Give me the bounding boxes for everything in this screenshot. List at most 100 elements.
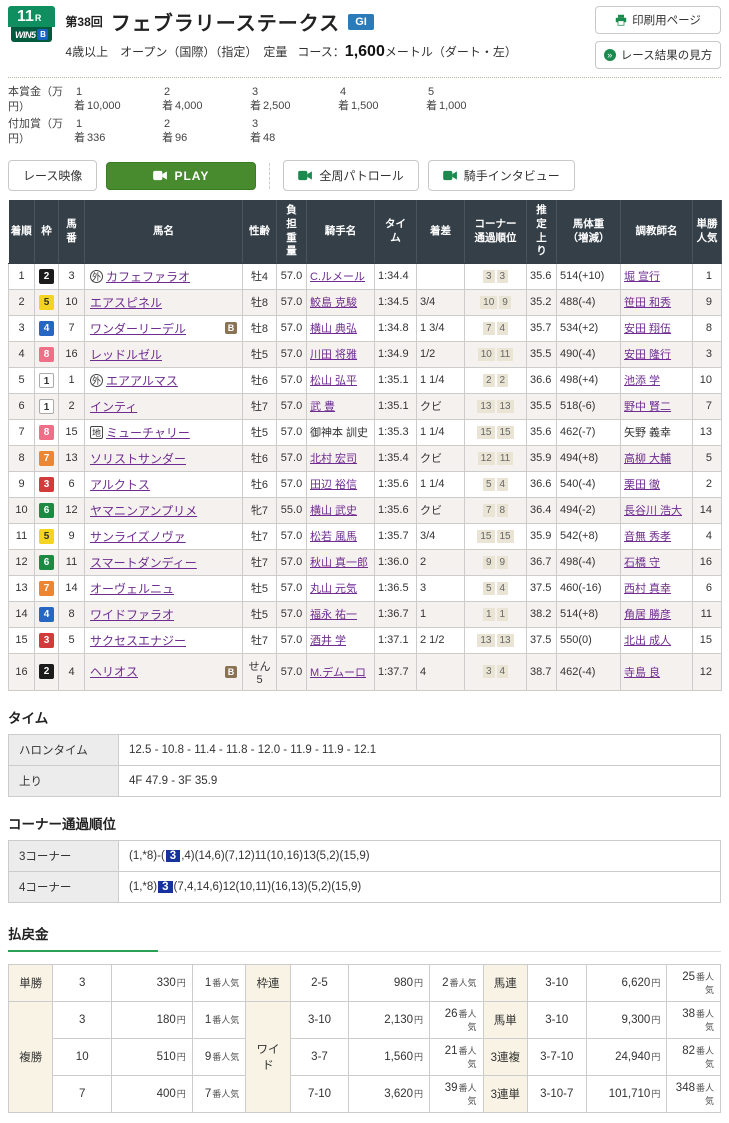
horse-link[interactable]: ミューチャリー [106,424,190,441]
jockey-cell: 丸山 元気 [307,575,375,601]
horse-name-wrap: サンライズノヴァ [90,528,237,545]
margin-cell: クビ [417,445,465,471]
frame-cell: 7 [35,445,59,471]
jockey-cell: 横山 典弘 [307,315,375,341]
horse-name-wrap: ヤマニンアンプリメ [90,502,237,519]
column-header: 推 定 上 り [527,200,557,263]
yen-unit: 円 [651,1089,660,1099]
horse-link[interactable]: エアアルマス [106,372,178,389]
horse-link[interactable]: エアスピネル [90,294,162,311]
horse-name-wrap: スマートダンディー [90,554,237,571]
jockey-link[interactable]: 酒井 学 [310,635,346,647]
jockey-link[interactable]: 川田 将雅 [310,349,357,361]
popularity-cell: 12 [693,653,722,690]
impost-cell: 55.0 [277,497,307,523]
trainer-link[interactable]: 石橋 守 [624,557,660,569]
horse-link[interactable]: ワンダーリーデル [90,320,186,337]
prize-rank-suffix: 着 [426,100,437,112]
trainer-link[interactable]: 長谷川 浩大 [624,505,682,517]
horse-link[interactable]: カフェファラオ [106,268,190,285]
trainer-cell: 音無 秀孝 [621,523,693,549]
horse-link[interactable]: サクセスエナジー [90,632,186,649]
play-button[interactable]: PLAY [106,162,256,190]
column-header: 枠 [35,200,59,263]
corner-position-box: 2 [497,374,509,387]
jockey-link[interactable]: M.デムーロ [310,667,366,679]
jockey-link[interactable]: 北村 宏司 [310,453,357,465]
prize-amount: 96 [175,132,187,144]
jockey-interview-button[interactable]: 騎手インタビュー [428,160,575,191]
yen-unit: 円 [177,1015,186,1025]
sex-age-cell: 牝7 [243,497,277,523]
jockey-link[interactable]: 秋山 真一郎 [310,557,368,569]
jockey-link[interactable]: 武 豊 [310,401,335,413]
trainer-link[interactable]: 北出 成人 [624,635,671,647]
trainer-link[interactable]: 安田 隆行 [624,349,671,361]
last3f-cell: 35.2 [527,289,557,315]
jockey-cell: 鮫島 克駿 [307,289,375,315]
trainer-link[interactable]: 寺島 良 [624,667,660,679]
popularity-unit: 番人気 [696,972,714,995]
horse-link[interactable]: サンライズノヴァ [90,528,186,545]
jockey-link[interactable]: 横山 典弘 [310,323,357,335]
popularity-cell: 10 [693,367,722,393]
horse-name-wrap: ヘリオスB [90,663,237,680]
horse-name-cell: エアスピネル [85,289,243,315]
horse-link[interactable]: アルクトス [90,476,150,493]
horse-link[interactable]: スマートダンディー [90,554,197,571]
horse-link[interactable]: ヘリオス [90,663,138,680]
trainer-link[interactable]: 笹田 和秀 [624,297,671,309]
horse-name-wrap: アルクトス [90,476,237,493]
bet-type-label: 馬単 [483,1001,527,1038]
corner-order-cell: 11 [465,601,527,627]
race-video-button[interactable]: レース映像 [8,160,97,191]
trainer-link[interactable]: 栗田 徹 [624,479,660,491]
trainer-link[interactable]: 角居 勝彦 [624,609,671,621]
last3f-cell: 36.4 [527,497,557,523]
trainer-link[interactable]: 堀 宣行 [624,271,660,283]
horse-name-wrap: ソリストサンダー [90,450,237,467]
jockey-link[interactable]: 丸山 元気 [310,583,357,595]
print-page-button[interactable]: 印刷用ページ [595,6,721,34]
popularity-rank-cell: 9番人気 [192,1038,246,1075]
trainer-cell: 北出 成人 [621,627,693,653]
prize-item: 3着48 [250,117,338,147]
combination-cell: 3 [53,1001,112,1038]
sex-age-cell: 牡7 [243,393,277,419]
jockey-link[interactable]: 松山 弘平 [310,375,357,387]
jockey-link[interactable]: 鮫島 克駿 [310,297,357,309]
trainer-link[interactable]: 池添 学 [624,375,660,387]
camera-icon [298,170,313,181]
trainer-link[interactable]: 高柳 大輔 [624,453,671,465]
horse-link[interactable]: オーヴェルニュ [90,580,174,597]
horse-link[interactable]: レッドルゼル [90,346,162,363]
column-header: 着順 [9,200,35,263]
jockey-link[interactable]: 田辺 裕信 [310,479,357,491]
prize-value: 着2,500 [250,99,338,113]
jockey-cell: M.デムーロ [307,653,375,690]
jockey-cell: 御神本 訓史 [307,419,375,445]
jockey-link[interactable]: 松若 風馬 [310,531,357,543]
horse-link[interactable]: ソリストサンダー [90,450,186,467]
corner-position-box: 13 [497,400,514,413]
trainer-link[interactable]: 音無 秀孝 [624,531,671,543]
jockey-link[interactable]: 福永 祐一 [310,609,357,621]
popularity-cell: 3 [693,341,722,367]
payout-table: 単勝3330円1番人気枠連2-5980円2番人気馬連3-106,620円25番人… [8,964,721,1113]
results-header-row: 着順枠馬 番馬名性齢負 担 重 量騎手名タイ ム着差コーナー 通過順位推 定 上… [9,200,722,263]
jockey-link[interactable]: C.ルメール [310,271,365,283]
trainer-link[interactable]: 安田 翔伍 [624,323,671,335]
horse-link[interactable]: ワイドファラオ [90,606,174,623]
jockey-link[interactable]: 横山 武史 [310,505,357,517]
horse-link[interactable]: インティ [90,398,137,415]
trainer-link[interactable]: 西村 真幸 [624,583,671,595]
popularity-rank-cell: 1番人気 [192,964,246,1001]
trainer-link[interactable]: 野中 賢二 [624,401,671,413]
patrol-video-button[interactable]: 全周パトロール [283,160,418,191]
margin-cell: 3/4 [417,523,465,549]
horse-link[interactable]: ヤマニンアンプリメ [90,502,197,519]
results-guide-button[interactable]: » レース結果の見方 [595,41,721,69]
play-label: PLAY [174,169,209,183]
winner-number-highlight: 3 [158,881,172,893]
column-header: タイ ム [375,200,417,263]
